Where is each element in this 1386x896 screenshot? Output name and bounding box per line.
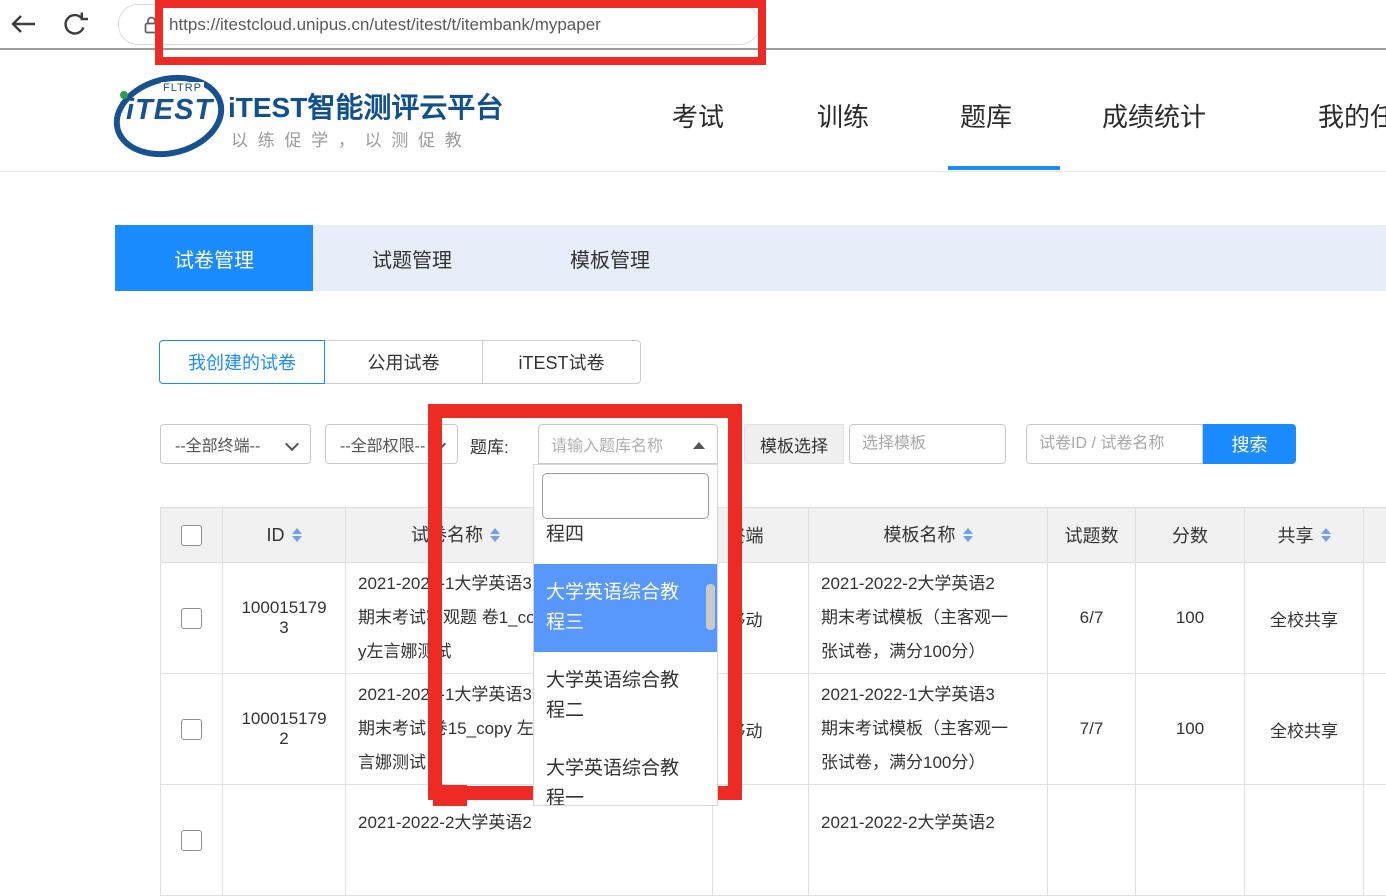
cell-extra (1364, 674, 1386, 785)
cell-question-count (1048, 785, 1136, 896)
nav-item-itembank[interactable]: 题库 (960, 97, 1012, 134)
permission-filter-select[interactable]: --全部权限-- (325, 424, 458, 464)
row-checkbox[interactable] (181, 830, 202, 851)
paper-table: ID 试卷名称 终端 模板名称 试题数 分数 共享 1000151793 202… (160, 507, 1386, 896)
logo-wordmark: iTEST (126, 94, 213, 127)
cell-question-count: 7/7 (1048, 674, 1136, 785)
back-icon[interactable] (8, 11, 38, 37)
sort-icon[interactable] (1321, 528, 1331, 542)
tab-question-management[interactable]: 试题管理 (313, 225, 511, 291)
tab-paper-management[interactable]: 试卷管理 (115, 225, 313, 291)
sort-icon[interactable] (963, 528, 973, 542)
cell-share: 全校共享 (1245, 674, 1364, 785)
cell-id: 1000151793 (223, 563, 346, 674)
cell-score: 100 (1136, 563, 1245, 674)
cell-share: 全校共享 (1245, 563, 1364, 674)
nav-item-exam[interactable]: 考试 (672, 97, 724, 134)
active-nav-underline (948, 166, 1060, 170)
header-divider (0, 171, 1386, 172)
cell-id: 1000151792 (223, 674, 346, 785)
refresh-icon[interactable] (60, 11, 88, 38)
table-row: 1000151793 2021-2022-1大学英语3 期末考试客观题 卷1_c… (161, 563, 1386, 674)
header-question-count: 试题数 (1048, 508, 1136, 563)
sort-icon[interactable] (292, 528, 302, 542)
url-text: https://itestcloud.unipus.cn/utest/itest… (169, 15, 601, 35)
itembank-tabbar: 试卷管理 试题管理 模板管理 (115, 225, 1386, 291)
bank-option-highlighted[interactable]: 大学英语综合教 程三 (534, 564, 717, 652)
header-template-name[interactable]: 模板名称 (809, 508, 1048, 563)
cell-template-name: 2021-2022-2大学英语2 (809, 785, 1048, 896)
nav-item-training[interactable]: 训练 (817, 97, 869, 134)
row-checkbox[interactable] (181, 608, 202, 629)
paper-search-input[interactable] (1026, 424, 1203, 464)
cell-extra (1364, 785, 1386, 896)
cell-extra (1364, 563, 1386, 674)
browser-toolbar: https://itestcloud.unipus.cn/utest/itest… (0, 0, 1386, 50)
table-header-row: ID 试卷名称 终端 模板名称 试题数 分数 共享 (161, 508, 1386, 563)
cell-template-name: 2021-2022-2大学英语2 期末考试模板（主客观一 张试卷，满分100分） (809, 563, 1048, 674)
header-id[interactable]: ID (223, 508, 346, 563)
site-slogan: 以 练 促 学 ， 以 测 促 教 (231, 126, 464, 151)
cell-score (1136, 785, 1245, 896)
search-button[interactable]: 搜索 (1203, 424, 1296, 464)
nav-item-my-tasks[interactable]: 我的任务 (1318, 97, 1386, 134)
permission-filter-value: --全部权限-- (340, 432, 425, 456)
bank-dropdown-search-input[interactable] (542, 473, 709, 519)
bank-dropdown-panel: 大学英语综合教 程四 大学英语综合教 程三 大学英语综合教 程二 大学英语综合教… (533, 464, 718, 806)
bank-filter-label: 题库: (470, 433, 509, 458)
header-terminal[interactable]: 终端 (713, 508, 809, 563)
chevron-down-icon (432, 437, 446, 451)
header-share[interactable]: 共享 (1245, 508, 1364, 563)
cell-score: 100 (1136, 674, 1245, 785)
nav-item-score-stats[interactable]: 成绩统计 (1102, 97, 1206, 134)
logo-fltrp-text: FLTRP (161, 82, 204, 94)
address-bar[interactable]: https://itestcloud.unipus.cn/utest/itest… (118, 4, 760, 45)
cell-template-name: 2021-2022-1大学英语3 期末考试模板（主客观一 张试卷，满分100分） (809, 674, 1048, 785)
cell-share (1245, 785, 1364, 896)
bank-filter-placeholder: 请输入题库名称 (551, 432, 663, 456)
row-checkbox[interactable] (181, 719, 202, 740)
cell-question-count: 6/7 (1048, 563, 1136, 674)
tab-template-management[interactable]: 模板管理 (511, 225, 709, 291)
bank-option-list: 大学英语综合教 程四 大学英语综合教 程三 大学英语综合教 程二 大学英语综合教… (534, 520, 717, 805)
header-extra (1364, 508, 1386, 563)
subtab-public-papers[interactable]: 公用试卷 (324, 340, 483, 384)
table-row: 2021-2022-2大学英语2 2021-2022-2大学英语2 (161, 785, 1386, 896)
chevron-down-icon (285, 437, 299, 451)
caret-up-icon (693, 442, 705, 449)
cell-terminal (713, 785, 809, 896)
bank-option[interactable]: 大学英语综合教 程四 (534, 520, 717, 564)
header-score: 分数 (1136, 508, 1245, 563)
sort-icon[interactable] (490, 528, 500, 542)
bank-option[interactable]: 大学英语综合教 程一 (534, 740, 717, 805)
lock-icon (143, 16, 160, 34)
dropdown-scrollbar-thumb[interactable] (706, 584, 715, 630)
bank-filter-combobox[interactable]: 请输入题库名称 (538, 424, 718, 464)
select-all-checkbox[interactable] (181, 525, 202, 546)
terminal-filter-value: --全部终端-- (175, 432, 260, 456)
site-title: iTEST智能测评云平台 (228, 86, 503, 126)
cell-terminal: 移动 (713, 674, 809, 785)
cell-terminal: 移动 (713, 563, 809, 674)
cell-id (223, 785, 346, 896)
template-input[interactable] (849, 424, 1006, 464)
subtab-my-papers[interactable]: 我创建的试卷 (159, 340, 325, 384)
template-select-button[interactable]: 模板选择 (744, 424, 844, 464)
subtab-itest-papers[interactable]: iTEST试卷 (482, 340, 641, 384)
paper-scope-switch: 我创建的试卷 公用试卷 iTEST试卷 (159, 340, 641, 384)
table-row: 1000151792 2021-2022-1大学英语3 期末考试 卷15_cop… (161, 674, 1386, 785)
bank-option[interactable]: 大学英语综合教 程二 (534, 652, 717, 740)
terminal-filter-select[interactable]: --全部终端-- (160, 424, 311, 464)
